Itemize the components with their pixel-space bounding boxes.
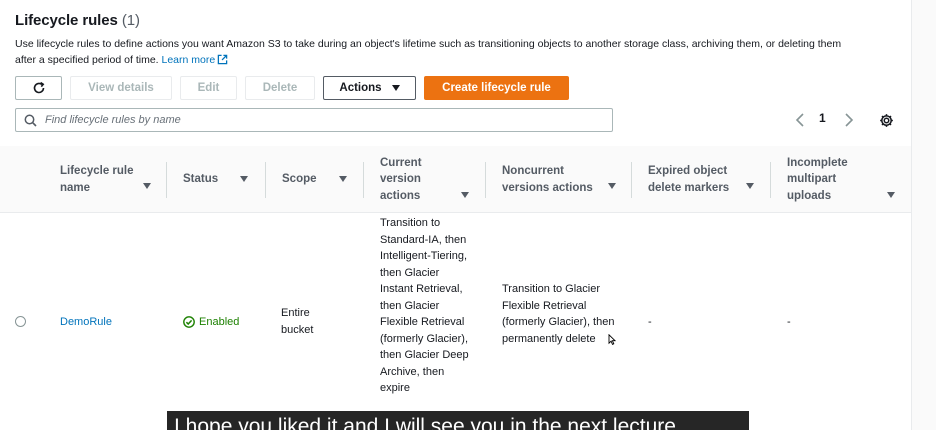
edit-button[interactable]: Edit bbox=[180, 76, 237, 100]
current-actions-cell: Transition to Standard-IA, then Intellig… bbox=[380, 217, 469, 394]
expired-markers-cell: - bbox=[648, 316, 652, 328]
caret-down-icon bbox=[391, 85, 400, 91]
col-label: Current version actions bbox=[380, 156, 422, 202]
col-label: Incomplete multipart uploads bbox=[787, 156, 848, 202]
search-icon bbox=[24, 114, 37, 127]
delete-button[interactable]: Delete bbox=[245, 76, 315, 100]
rule-count: (1) bbox=[121, 12, 140, 29]
incomplete-uploads-cell: - bbox=[787, 316, 791, 328]
create-lifecycle-rule-button[interactable]: Create lifecycle rule bbox=[424, 76, 569, 100]
right-rail bbox=[911, 0, 936, 430]
search-box bbox=[15, 108, 613, 132]
col-status[interactable]: Status bbox=[183, 146, 253, 213]
status-text: Enabled bbox=[199, 316, 240, 328]
gear-icon[interactable] bbox=[879, 113, 894, 128]
video-subtitle: I hope you liked it and I will see you i… bbox=[167, 411, 749, 430]
col-rule-name[interactable]: Lifecycle rule name bbox=[60, 146, 151, 213]
column-divider bbox=[363, 162, 364, 198]
column-divider bbox=[166, 162, 167, 198]
learn-more-label: Learn more bbox=[161, 54, 216, 66]
noncurrent-actions-cell: Transition to Glacier Flexible Retrieval… bbox=[502, 283, 615, 345]
column-divider bbox=[770, 162, 771, 198]
col-label: Lifecycle rule name bbox=[60, 165, 134, 194]
column-divider bbox=[485, 162, 486, 198]
sort-caret-icon bbox=[608, 183, 616, 189]
sort-caret-icon bbox=[461, 192, 469, 198]
actions-dropdown[interactable]: Actions bbox=[323, 76, 416, 100]
chevron-left-icon[interactable] bbox=[795, 113, 805, 127]
external-link-icon bbox=[217, 54, 228, 65]
col-scope[interactable]: Scope bbox=[282, 146, 352, 213]
sort-caret-icon bbox=[339, 176, 347, 182]
success-check-icon bbox=[183, 316, 195, 329]
col-incomplete-uploads[interactable]: Incomplete multipart uploads bbox=[787, 146, 895, 213]
status-badge: Enabled bbox=[183, 314, 239, 331]
sort-caret-icon bbox=[143, 183, 151, 189]
mouse-cursor-icon bbox=[608, 334, 616, 345]
row-select-radio[interactable] bbox=[15, 316, 26, 327]
description-text: Use lifecycle rules to define actions yo… bbox=[15, 38, 842, 66]
column-divider bbox=[265, 162, 266, 198]
col-current-actions[interactable]: Current version actions bbox=[380, 146, 469, 213]
learn-more-link[interactable]: Learn more bbox=[162, 54, 229, 66]
column-divider bbox=[631, 162, 632, 198]
sort-caret-icon bbox=[240, 176, 248, 182]
search-input[interactable] bbox=[45, 114, 585, 126]
subtitle-text: I hope you liked it and I will see you i… bbox=[174, 415, 682, 430]
col-label: Expired object delete markers bbox=[648, 165, 730, 194]
col-expired-markers[interactable]: Expired object delete markers bbox=[648, 146, 754, 213]
title-text: Lifecycle rules bbox=[15, 12, 118, 29]
table-header: Lifecycle rule name Status Scope Current… bbox=[0, 146, 911, 213]
rule-name-link[interactable]: DemoRule bbox=[60, 314, 112, 331]
view-details-button[interactable]: View details bbox=[70, 76, 172, 100]
page-title: Lifecycle rules (1) bbox=[15, 12, 895, 29]
page-number[interactable]: 1 bbox=[819, 111, 826, 125]
col-label: Noncurrent versions actions bbox=[502, 165, 593, 194]
actions-label: Actions bbox=[339, 82, 382, 94]
chevron-right-icon[interactable] bbox=[844, 113, 854, 127]
col-noncurrent-actions[interactable]: Noncurrent versions actions bbox=[502, 146, 616, 213]
col-label: Status bbox=[183, 173, 219, 186]
scope-cell: Entire bucket bbox=[281, 307, 314, 336]
section-header: Lifecycle rules (1) Use lifecycle rules … bbox=[15, 12, 895, 66]
col-label: Scope bbox=[282, 173, 317, 186]
description: Use lifecycle rules to define actions yo… bbox=[15, 36, 865, 68]
sort-caret-icon bbox=[746, 183, 754, 189]
sort-caret-icon bbox=[887, 192, 895, 198]
refresh-icon bbox=[33, 81, 44, 94]
refresh-button[interactable] bbox=[15, 76, 62, 100]
